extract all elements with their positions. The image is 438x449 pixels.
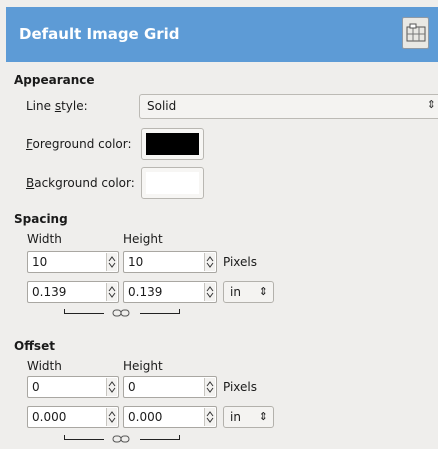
spacing-unit-select[interactable]: in ⇕ <box>223 281 274 303</box>
dialog-header: Default Image Grid <box>6 7 438 62</box>
spacing-width-in-input[interactable]: 0.139 <box>27 281 119 303</box>
spacing-height-label: Height <box>123 232 163 246</box>
updown-arrow-icon: ⇕ <box>258 410 268 423</box>
spacing-chain-button[interactable] <box>64 309 180 319</box>
appearance-heading: Appearance <box>14 73 95 87</box>
spin-arrows-icon[interactable] <box>204 283 215 301</box>
spacing-height-in-input[interactable]: 0.139 <box>123 281 217 303</box>
offset-width-in-input[interactable]: 0.000 <box>27 406 119 428</box>
chain-icon <box>112 309 130 317</box>
spin-arrows-icon[interactable] <box>204 408 215 426</box>
offset-height-px-input[interactable]: 0 <box>123 376 217 398</box>
image-grid-icon <box>402 17 429 49</box>
spacing-width-px-input[interactable]: 10 <box>27 251 119 273</box>
chain-icon <box>112 435 130 443</box>
offset-unit-select[interactable]: in ⇕ <box>223 406 274 428</box>
offset-chain-button[interactable] <box>64 435 180 445</box>
updown-arrow-icon: ⇕ <box>426 98 436 111</box>
spin-arrows-icon[interactable] <box>106 283 117 301</box>
offset-pixels-label: Pixels <box>223 380 258 394</box>
foreground-color-label: Foreground color: <box>26 137 132 151</box>
background-color-swatch <box>146 172 199 194</box>
offset-height-label: Height <box>123 359 163 373</box>
background-color-label: Background color: <box>26 176 135 190</box>
background-color-button[interactable] <box>141 167 204 199</box>
spacing-width-label: Width <box>27 232 62 246</box>
spacing-heading: Spacing <box>14 212 68 226</box>
spin-arrows-icon[interactable] <box>106 408 117 426</box>
spacing-pixels-label: Pixels <box>223 255 258 269</box>
spin-arrows-icon[interactable] <box>204 253 215 271</box>
foreground-color-swatch <box>146 133 199 155</box>
line-style-select[interactable]: Solid ⇕ <box>139 94 438 119</box>
spin-arrows-icon[interactable] <box>204 378 215 396</box>
offset-height-in-input[interactable]: 0.000 <box>123 406 217 428</box>
updown-arrow-icon: ⇕ <box>258 285 268 298</box>
foreground-color-button[interactable] <box>141 128 204 160</box>
dialog-title: Default Image Grid <box>19 25 180 43</box>
offset-width-label: Width <box>27 359 62 373</box>
spin-arrows-icon[interactable] <box>106 253 117 271</box>
offset-width-px-input[interactable]: 0 <box>27 376 119 398</box>
line-style-label: Line style: <box>26 99 88 113</box>
offset-heading: Offset <box>14 339 55 353</box>
spacing-height-px-input[interactable]: 10 <box>123 251 217 273</box>
spin-arrows-icon[interactable] <box>106 378 117 396</box>
line-style-value: Solid <box>147 99 177 113</box>
